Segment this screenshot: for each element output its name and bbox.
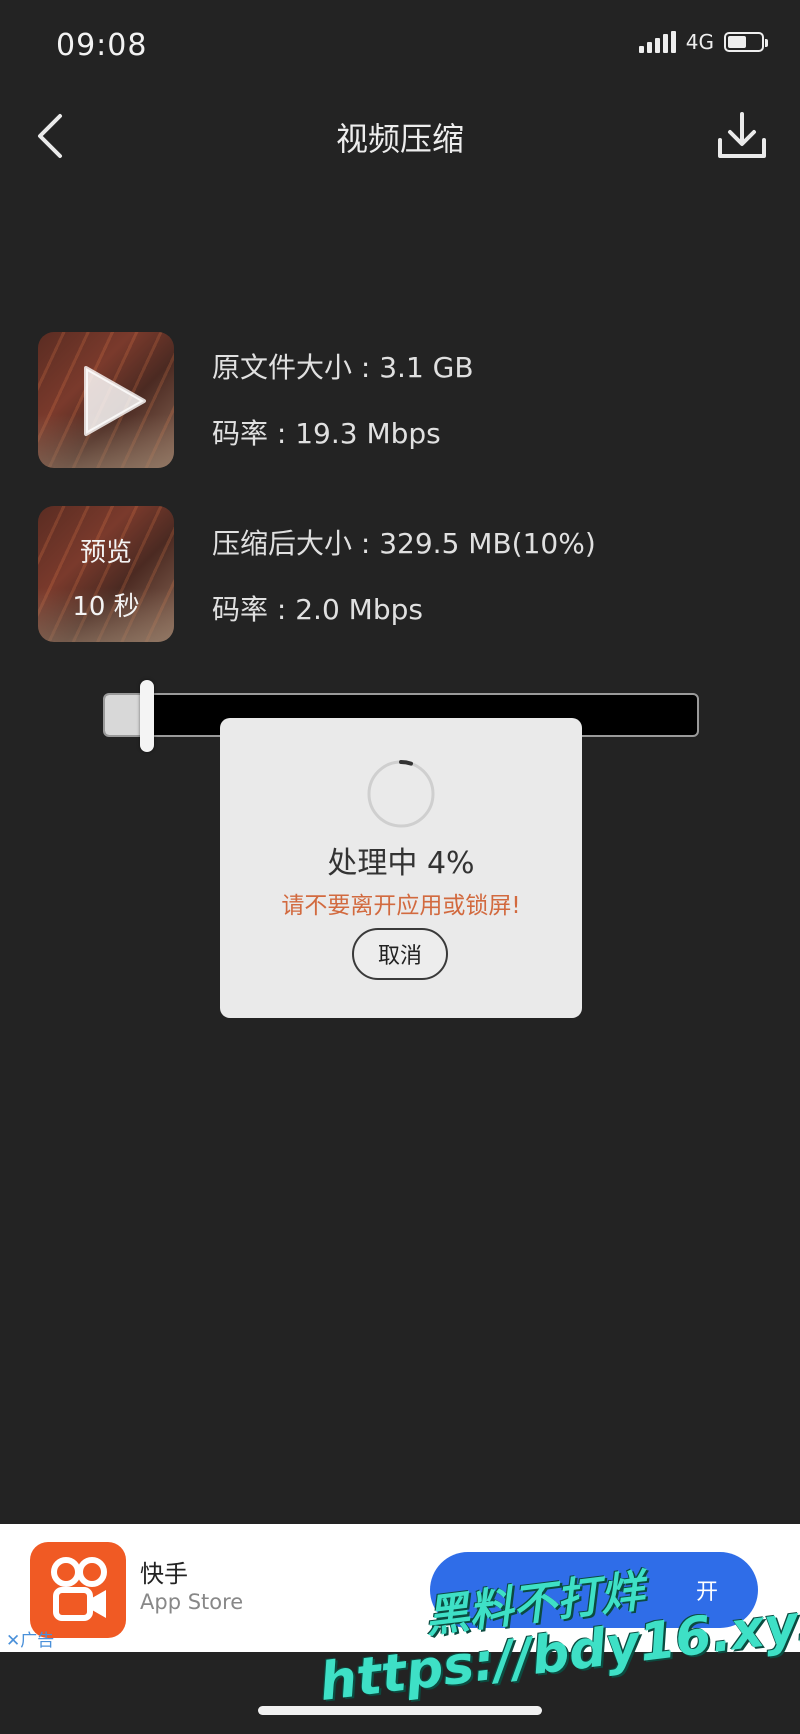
preview-duration: 10 秒 xyxy=(72,592,140,622)
close-icon[interactable]: ✕ xyxy=(6,1631,20,1651)
warning-text: 请不要离开应用或锁屏! xyxy=(281,893,521,919)
home-indicator[interactable] xyxy=(258,1706,542,1715)
compressed-size: 压缩后大小 : 329.5 MB(10%) xyxy=(212,527,596,560)
original-bitrate: 码率 : 19.3 Mbps xyxy=(212,417,441,450)
cancel-button[interactable]: 取消 xyxy=(352,928,448,980)
download-button[interactable] xyxy=(714,108,770,164)
compressed-bitrate: 码率 : 2.0 Mbps xyxy=(212,593,423,626)
ad-app-name: 快手 xyxy=(140,1560,188,1588)
play-icon xyxy=(84,366,146,436)
signal-icon xyxy=(638,31,676,53)
ad-store-name: App Store xyxy=(140,1590,244,1614)
ad-label-text: 广告 xyxy=(20,1631,55,1651)
page-title: 视频压缩 xyxy=(335,120,464,158)
ad-label[interactable]: ✕广告 xyxy=(6,1626,54,1651)
loading-spinner-icon xyxy=(367,759,435,828)
preview-thumbnail[interactable]: 预览 10 秒 xyxy=(38,506,174,642)
app-logo-icon xyxy=(30,1542,126,1638)
slider-handle[interactable] xyxy=(140,680,154,752)
status-icons: 4G xyxy=(638,30,768,54)
ad-button-text: 开 xyxy=(695,1580,718,1605)
processing-dialog: 处理中 4% 请不要离开应用或锁屏! 取消 xyxy=(220,718,582,1018)
network-type: 4G xyxy=(685,30,714,54)
battery-icon xyxy=(724,32,768,52)
status-time: 09:08 xyxy=(56,28,148,63)
download-icon xyxy=(718,112,766,158)
progress-text: 处理中 4% xyxy=(327,846,475,881)
preview-label: 预览 xyxy=(79,538,132,568)
original-video-thumbnail[interactable] xyxy=(38,332,174,468)
original-size: 原文件大小 : 3.1 GB xyxy=(212,351,474,384)
